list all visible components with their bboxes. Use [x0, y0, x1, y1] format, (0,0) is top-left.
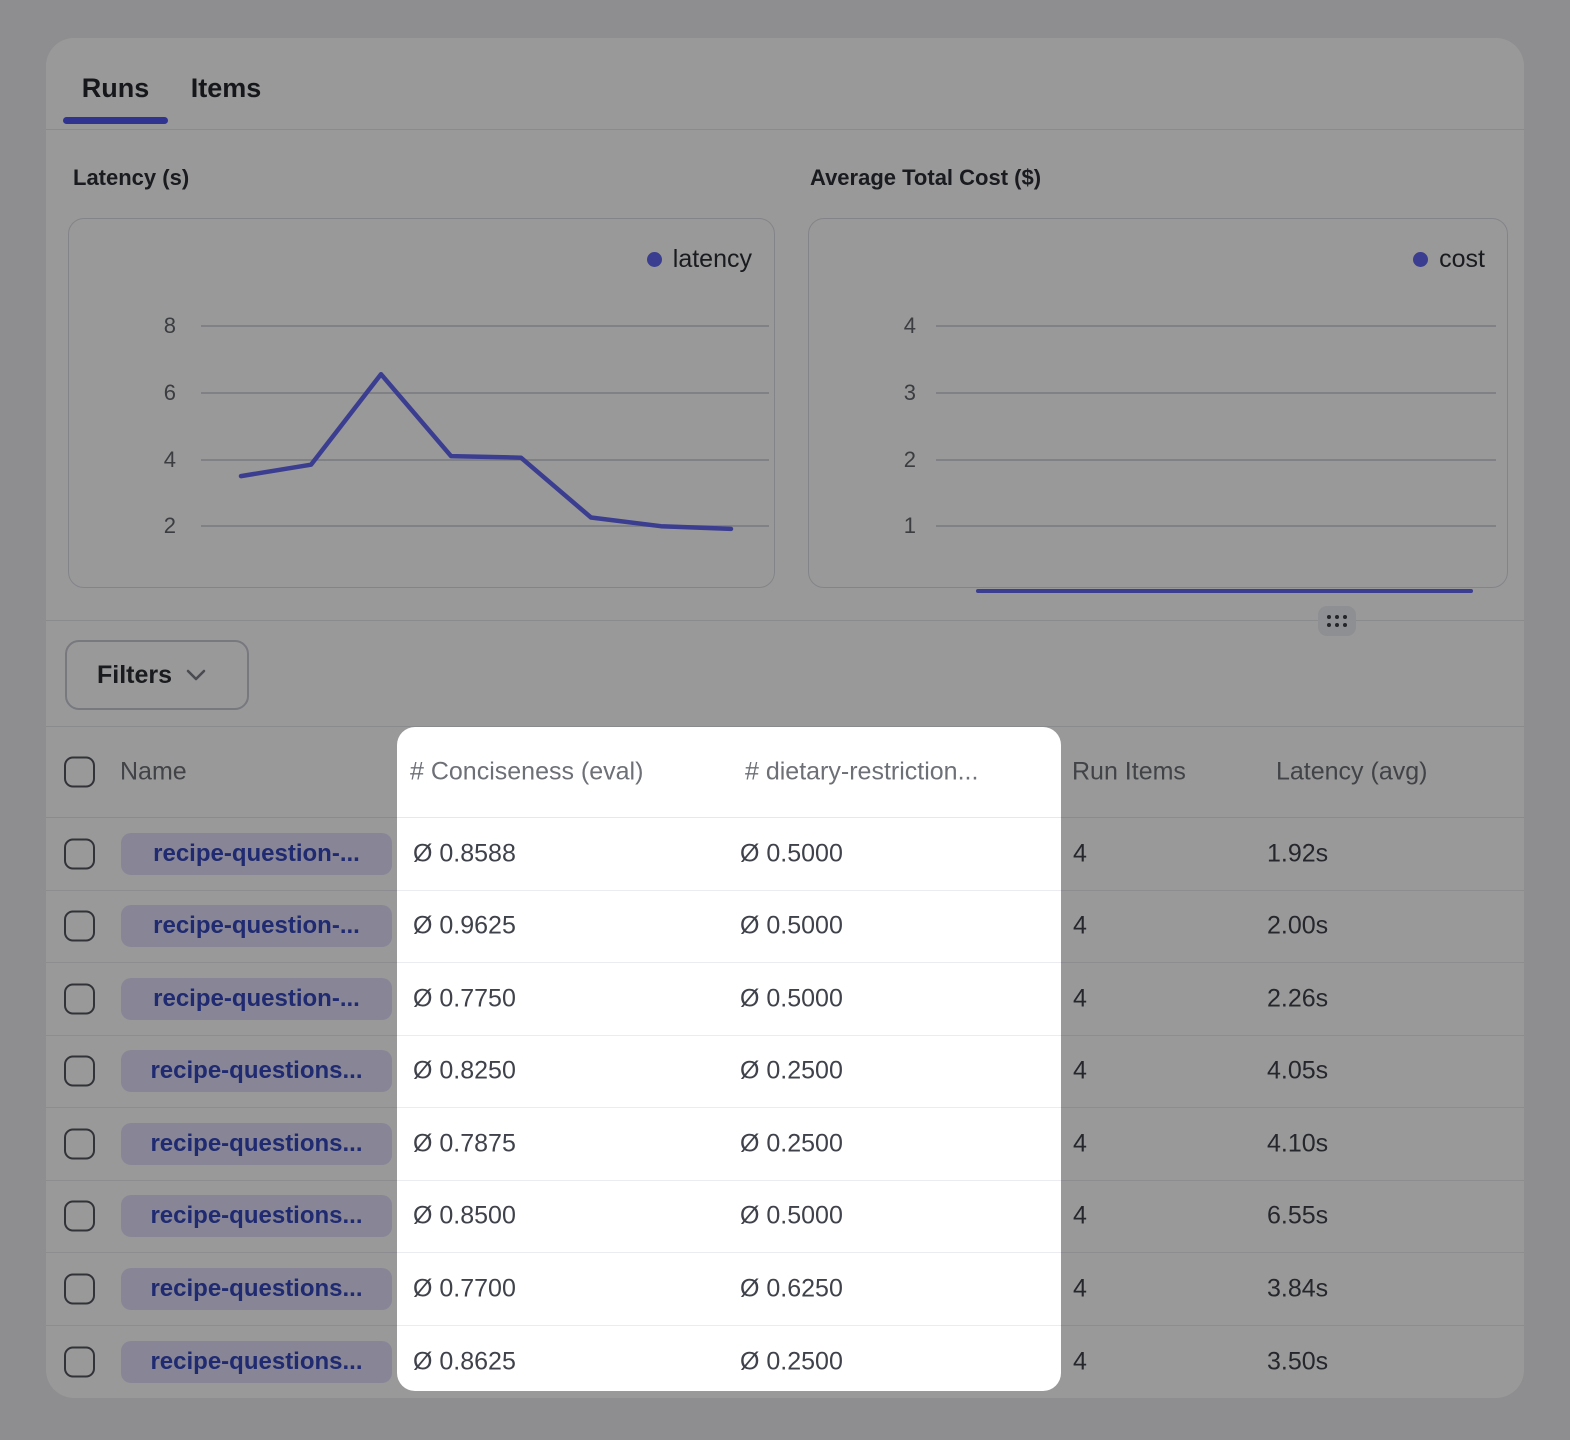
tabs-divider: [46, 129, 1524, 130]
latency-avg-cell: 2.26s: [1267, 984, 1328, 1013]
run-name-badge[interactable]: recipe-questions...: [121, 1268, 392, 1310]
dietary-restriction-score-cell: Ø 0.5000: [740, 839, 843, 868]
row-checkbox[interactable]: [64, 983, 95, 1014]
conciseness-score-cell: Ø 0.7750: [413, 984, 516, 1013]
filters-button[interactable]: Filters: [65, 640, 249, 710]
run-name-label: recipe-questions...: [150, 1057, 362, 1085]
screenshot-stage: Runs Items Latency (s) Average Total Cos…: [0, 0, 1570, 1440]
latency-avg-cell: 2.00s: [1267, 912, 1328, 941]
column-header-name: Name: [120, 757, 187, 786]
charts-divider: [46, 620, 1524, 621]
table-row[interactable]: recipe-question-... Ø 0.7750 Ø 0.5000 4 …: [46, 963, 1524, 1036]
dietary-restriction-score-cell: Ø 0.5000: [740, 912, 843, 941]
conciseness-score-cell: Ø 0.7875: [413, 1129, 516, 1158]
select-all-checkbox[interactable]: [64, 756, 95, 787]
conciseness-score-cell: Ø 0.9625: [413, 912, 516, 941]
conciseness-score-cell: Ø 0.8500: [413, 1202, 516, 1231]
filters-button-label: Filters: [97, 661, 172, 690]
run-items-cell: 4: [1073, 912, 1087, 941]
row-checkbox[interactable]: [64, 1128, 95, 1159]
run-items-cell: 4: [1073, 1274, 1087, 1303]
latency-avg-cell: 6.55s: [1267, 1202, 1328, 1231]
latency-avg-cell: 1.92s: [1267, 839, 1328, 868]
cost-line-series: [809, 219, 1509, 589]
table-row[interactable]: recipe-questions... Ø 0.8500 Ø 0.5000 4 …: [46, 1181, 1524, 1254]
row-checkbox[interactable]: [64, 1273, 95, 1304]
latency-avg-cell: 4.05s: [1267, 1057, 1328, 1086]
conciseness-score-cell: Ø 0.8588: [413, 839, 516, 868]
column-header-conciseness: # Conciseness (eval): [410, 757, 643, 786]
cost-chart: cost 4 3 2 1: [808, 218, 1508, 588]
run-name-badge[interactable]: recipe-questions...: [121, 1123, 392, 1165]
conciseness-score-cell: Ø 0.8625: [413, 1347, 516, 1376]
run-items-cell: 4: [1073, 1202, 1087, 1231]
row-checkbox[interactable]: [64, 1346, 95, 1377]
run-name-label: recipe-question-...: [153, 985, 360, 1013]
run-name-label: recipe-questions...: [150, 1130, 362, 1158]
row-checkbox[interactable]: [64, 1056, 95, 1087]
column-header-latency: Latency (avg): [1276, 757, 1427, 786]
latency-avg-cell: 4.10s: [1267, 1129, 1328, 1158]
run-name-label: recipe-questions...: [150, 1275, 362, 1303]
run-name-badge[interactable]: recipe-questions...: [121, 1050, 392, 1092]
conciseness-score-cell: Ø 0.7700: [413, 1274, 516, 1303]
tab-runs[interactable]: Runs: [63, 62, 168, 114]
run-name-badge[interactable]: recipe-question-...: [121, 833, 392, 875]
row-checkbox[interactable]: [64, 838, 95, 869]
run-name-label: recipe-questions...: [150, 1348, 362, 1376]
latency-line-series: [69, 219, 776, 589]
run-items-cell: 4: [1073, 1129, 1087, 1158]
run-name-badge[interactable]: recipe-question-...: [121, 978, 392, 1020]
column-header-run-items: Run Items: [1072, 757, 1186, 786]
table-header: Name # Conciseness (eval) # dietary-rest…: [46, 726, 1524, 818]
run-name-label: recipe-question-...: [153, 840, 360, 868]
latency-chart: latency 8 6 4 2: [68, 218, 775, 588]
table-row[interactable]: recipe-questions... Ø 0.8625 Ø 0.2500 4 …: [46, 1326, 1524, 1399]
dietary-restriction-score-cell: Ø 0.5000: [740, 1202, 843, 1231]
run-items-cell: 4: [1073, 1057, 1087, 1086]
run-name-badge[interactable]: recipe-questions...: [121, 1195, 392, 1237]
table-row[interactable]: recipe-questions... Ø 0.8250 Ø 0.2500 4 …: [46, 1036, 1524, 1109]
dietary-restriction-score-cell: Ø 0.2500: [740, 1057, 843, 1086]
dietary-restriction-score-cell: Ø 0.2500: [740, 1347, 843, 1376]
resize-drag-handle[interactable]: [1318, 606, 1356, 636]
run-name-badge[interactable]: recipe-questions...: [121, 1341, 392, 1383]
row-checkbox[interactable]: [64, 911, 95, 942]
table-row[interactable]: recipe-question-... Ø 0.9625 Ø 0.5000 4 …: [46, 891, 1524, 964]
run-items-cell: 4: [1073, 984, 1087, 1013]
active-tab-indicator: [63, 117, 168, 124]
run-name-badge[interactable]: recipe-question-...: [121, 905, 392, 947]
table-row[interactable]: recipe-questions... Ø 0.7700 Ø 0.6250 4 …: [46, 1253, 1524, 1326]
row-checkbox[interactable]: [64, 1201, 95, 1232]
latency-chart-title: Latency (s): [73, 165, 189, 191]
dietary-restriction-score-cell: Ø 0.6250: [740, 1274, 843, 1303]
run-name-label: recipe-question-...: [153, 912, 360, 940]
dietary-restriction-score-cell: Ø 0.5000: [740, 984, 843, 1013]
chevron-down-icon: [185, 668, 207, 682]
run-name-label: recipe-questions...: [150, 1202, 362, 1230]
conciseness-score-cell: Ø 0.8250: [413, 1057, 516, 1086]
cost-chart-title: Average Total Cost ($): [810, 165, 1041, 191]
tab-items[interactable]: Items: [180, 62, 272, 114]
runs-panel-card: Runs Items Latency (s) Average Total Cos…: [46, 38, 1524, 1398]
run-items-cell: 4: [1073, 1347, 1087, 1376]
table-row[interactable]: recipe-question-... Ø 0.8588 Ø 0.5000 4 …: [46, 818, 1524, 891]
dietary-restriction-score-cell: Ø 0.2500: [740, 1129, 843, 1158]
table-rows: recipe-question-... Ø 0.8588 Ø 0.5000 4 …: [46, 818, 1524, 1398]
column-header-dietary-restriction: # dietary-restriction...: [745, 757, 978, 786]
latency-avg-cell: 3.84s: [1267, 1274, 1328, 1303]
latency-avg-cell: 3.50s: [1267, 1347, 1328, 1376]
table-row[interactable]: recipe-questions... Ø 0.7875 Ø 0.2500 4 …: [46, 1108, 1524, 1181]
run-items-cell: 4: [1073, 839, 1087, 868]
